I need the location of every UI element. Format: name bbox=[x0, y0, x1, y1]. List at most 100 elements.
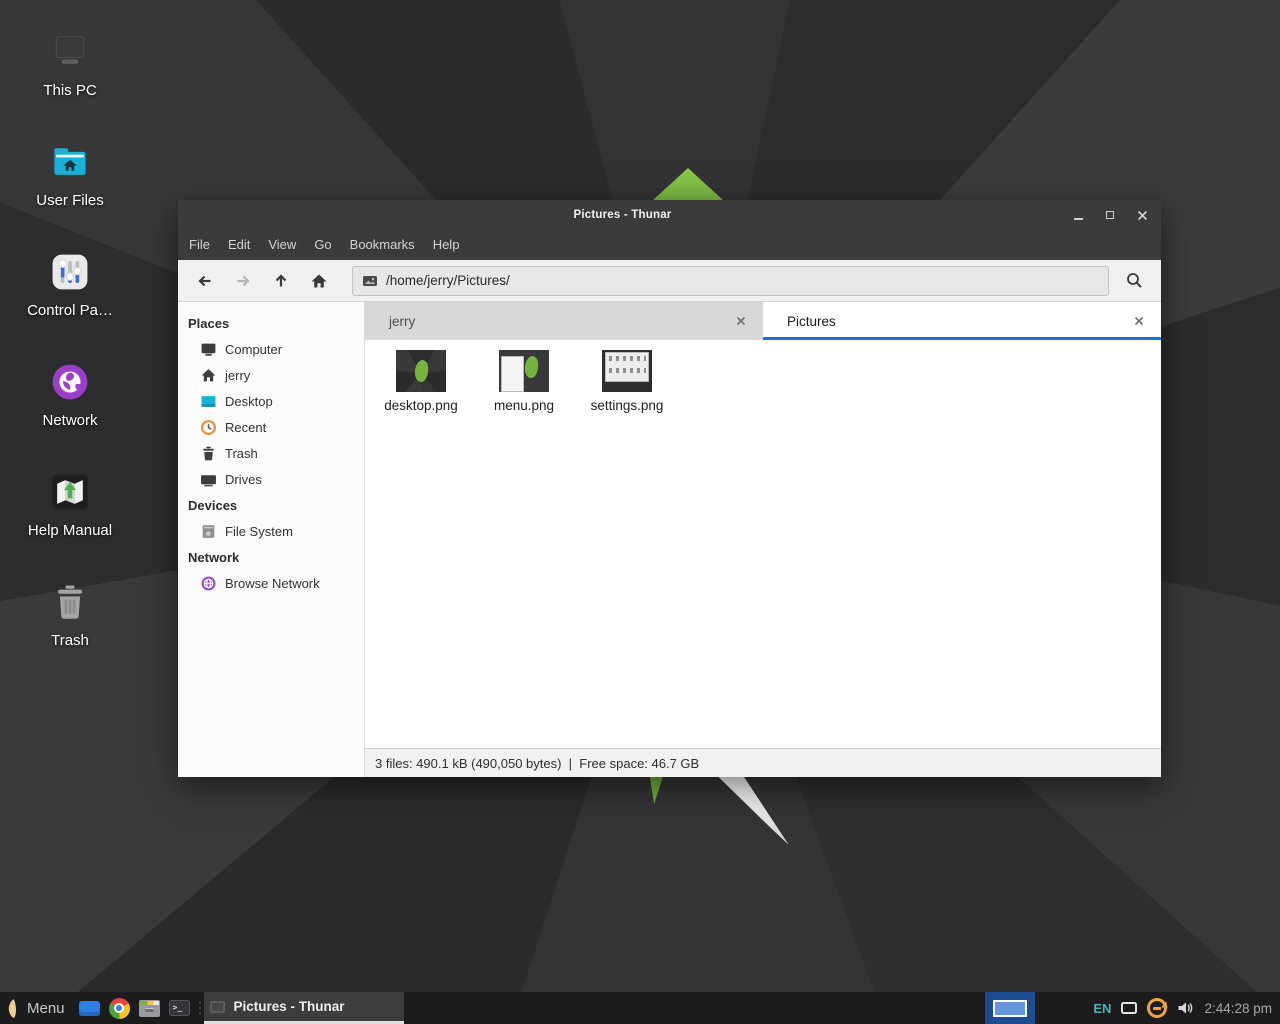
terminal-icon[interactable] bbox=[169, 1000, 190, 1016]
workspace-window-preview bbox=[993, 1000, 1027, 1017]
taskbar-window-button[interactable]: Pictures - Thunar bbox=[204, 992, 404, 1024]
file-name: desktop.png bbox=[384, 398, 458, 413]
back-button[interactable] bbox=[190, 266, 220, 296]
file-menu-png[interactable]: menu.png bbox=[474, 350, 574, 413]
file-manager-icon[interactable] bbox=[139, 1000, 160, 1017]
minimize-icon bbox=[1074, 218, 1083, 220]
mint-logo-tip bbox=[652, 168, 724, 201]
sidebar-item-label: Browse Network bbox=[225, 576, 320, 591]
close-icon bbox=[736, 316, 746, 326]
places-header: Places bbox=[178, 310, 364, 336]
menu-view[interactable]: View bbox=[259, 230, 305, 260]
window-controls bbox=[1069, 200, 1151, 230]
keyboard-layout-indicator[interactable]: EN bbox=[1093, 1001, 1111, 1016]
file-settings-png[interactable]: settings.png bbox=[577, 350, 677, 413]
desktop-icon-user-files[interactable]: User Files bbox=[0, 134, 140, 244]
search-button[interactable] bbox=[1119, 266, 1149, 296]
window-title: Pictures - Thunar bbox=[178, 200, 1067, 230]
update-manager-icon[interactable] bbox=[1147, 998, 1167, 1018]
sidebar-item-label: jerry bbox=[225, 368, 250, 383]
trash-icon bbox=[46, 578, 94, 626]
menu-bookmarks[interactable]: Bookmarks bbox=[341, 230, 424, 260]
home-icon bbox=[310, 272, 328, 290]
home-button[interactable] bbox=[304, 266, 334, 296]
network-globe-icon bbox=[46, 358, 94, 406]
forward-icon bbox=[234, 272, 252, 290]
menu-go[interactable]: Go bbox=[305, 230, 340, 260]
network-header: Network bbox=[178, 544, 364, 570]
desktop-icon-label: Network bbox=[42, 412, 97, 429]
tab-pictures[interactable]: Pictures bbox=[763, 302, 1161, 340]
mint-logo-sliver bbox=[646, 776, 664, 804]
tab-label: Pictures bbox=[787, 314, 1129, 329]
toolbar: /home/jerry/Pictures/ bbox=[178, 260, 1161, 302]
file-thumbnail bbox=[499, 350, 549, 392]
image-file-icon bbox=[362, 273, 378, 289]
sidebar-item-browse-network[interactable]: Browse Network bbox=[178, 570, 364, 596]
workspace-switcher[interactable] bbox=[985, 992, 1035, 1024]
sidebar-item-trash[interactable]: Trash bbox=[178, 440, 364, 466]
wallpaper-white-ray bbox=[716, 776, 792, 848]
tab-jerry[interactable]: jerry bbox=[365, 302, 763, 340]
main-pane: jerry Pictures desktop.png bbox=[365, 302, 1161, 777]
devices-header: Devices bbox=[178, 492, 364, 518]
sidebar-item-computer[interactable]: Computer bbox=[178, 336, 364, 362]
drives-icon bbox=[200, 471, 217, 488]
desktop-icon-control-panel[interactable]: Control Pa… bbox=[0, 244, 140, 354]
volume-icon[interactable] bbox=[1177, 1000, 1194, 1016]
control-panel-icon bbox=[46, 248, 94, 296]
desktop-icon-column: This PC User Files Control Pa… Network H… bbox=[0, 24, 140, 684]
task-button-label: Pictures - Thunar bbox=[234, 999, 345, 1014]
menu-edit[interactable]: Edit bbox=[219, 230, 259, 260]
sidebar-item-drives[interactable]: Drives bbox=[178, 466, 364, 492]
window-task-icon bbox=[210, 1001, 225, 1013]
tab-close-button[interactable] bbox=[731, 311, 751, 331]
taskbar: Menu Pictures - Thunar EN 2:44:28 pm bbox=[0, 992, 1280, 1024]
mint-menu-icon bbox=[6, 998, 19, 1019]
sidebar-item-label: Desktop bbox=[225, 394, 273, 409]
home-icon bbox=[200, 367, 217, 384]
sidebar-item-home[interactable]: jerry bbox=[178, 362, 364, 388]
trash-icon bbox=[200, 445, 217, 462]
menu-help[interactable]: Help bbox=[424, 230, 469, 260]
help-manual-icon bbox=[46, 468, 94, 516]
up-button[interactable] bbox=[266, 266, 296, 296]
menu-button[interactable]: Menu bbox=[0, 992, 73, 1024]
close-icon bbox=[1137, 210, 1148, 221]
show-desktop-icon[interactable] bbox=[79, 1001, 100, 1016]
sidebar-item-label: Drives bbox=[225, 472, 262, 487]
computer-icon bbox=[46, 28, 94, 76]
computer-icon bbox=[200, 341, 217, 358]
forward-button[interactable] bbox=[228, 266, 258, 296]
maximize-button[interactable] bbox=[1101, 206, 1119, 224]
pathbar[interactable]: /home/jerry/Pictures/ bbox=[352, 266, 1109, 296]
display-tray-icon[interactable] bbox=[1121, 1002, 1137, 1014]
desktop-icon-trash[interactable]: Trash bbox=[0, 574, 140, 684]
desktop-icon bbox=[200, 393, 217, 410]
desktop-icon-network[interactable]: Network bbox=[0, 354, 140, 464]
side-pane: Places Computer jerry Desktop Recent Tra… bbox=[178, 302, 365, 777]
close-button[interactable] bbox=[1133, 206, 1151, 224]
harddisk-icon bbox=[200, 523, 217, 540]
chrome-icon[interactable] bbox=[109, 998, 130, 1019]
taskbar-clock[interactable]: 2:44:28 pm bbox=[1204, 1001, 1272, 1016]
sidebar-item-label: Computer bbox=[225, 342, 282, 357]
sidebar-item-desktop[interactable]: Desktop bbox=[178, 388, 364, 414]
menu-file[interactable]: File bbox=[180, 230, 219, 260]
tab-label: jerry bbox=[389, 314, 731, 329]
sidebar-item-file-system[interactable]: File System bbox=[178, 518, 364, 544]
titlebar[interactable]: Pictures - Thunar bbox=[178, 200, 1161, 230]
tab-close-button[interactable] bbox=[1129, 311, 1149, 331]
desktop-icon-this-pc[interactable]: This PC bbox=[0, 24, 140, 134]
file-name: menu.png bbox=[494, 398, 554, 413]
file-view[interactable]: desktop.png menu.png settings.png bbox=[365, 340, 1161, 748]
desktop-icon-help-manual[interactable]: Help Manual bbox=[0, 464, 140, 574]
tasklist-drag-handle[interactable] bbox=[196, 992, 204, 1024]
sidebar-item-recent[interactable]: Recent bbox=[178, 414, 364, 440]
file-desktop-png[interactable]: desktop.png bbox=[371, 350, 471, 413]
statusbar: 3 files: 490.1 kB (490,050 bytes) | Free… bbox=[365, 748, 1161, 777]
home-folder-icon bbox=[46, 138, 94, 186]
minimize-button[interactable] bbox=[1069, 206, 1087, 224]
window-body: Places Computer jerry Desktop Recent Tra… bbox=[178, 302, 1161, 777]
recent-clock-icon bbox=[200, 419, 217, 436]
